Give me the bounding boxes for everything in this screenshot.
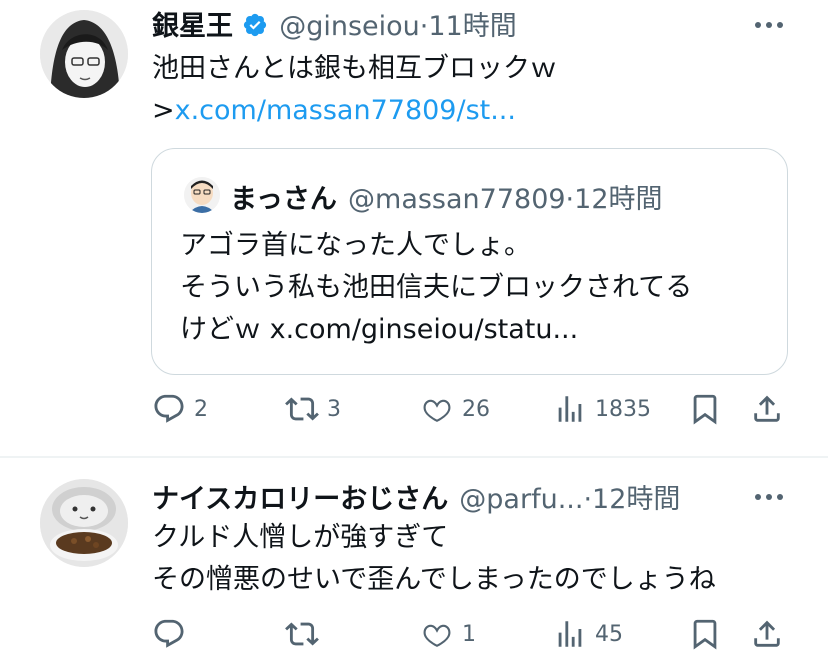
quote-separator: · xyxy=(565,184,575,215)
like-icon xyxy=(423,624,451,647)
separator: · xyxy=(583,484,593,515)
tweet-text: 池田さんとは銀も相互ブロックｗ >x.com/massan77809/st... xyxy=(152,48,557,132)
repost-count: 3 xyxy=(327,396,341,422)
bookmark-icon xyxy=(693,394,717,425)
reply-icon xyxy=(154,619,184,648)
repost-icon xyxy=(285,397,319,421)
share-icon xyxy=(754,395,780,422)
timestamp[interactable]: 12時間 xyxy=(592,484,680,515)
views-icon xyxy=(558,621,582,647)
tweet-link[interactable]: x.com/massan77809/st... xyxy=(175,95,516,126)
tweet-header: 銀星王 @ginseiou·11時間 xyxy=(152,4,517,43)
tweet-text-line: その憎悪のせいで歪んでしまったのでしょうね xyxy=(152,564,716,595)
reply-button[interactable]: 2 xyxy=(152,392,208,426)
tweet-text: クルド人憎しが強すぎて その憎悪のせいで歪んでしまったのでしょうね xyxy=(152,517,716,601)
like-count: 26 xyxy=(462,396,490,422)
views-icon xyxy=(558,396,582,422)
tweet-2[interactable]: ナイスカロリーおじさん @parfu...·12時間 クルド人憎しが強すぎて そ… xyxy=(0,457,828,659)
quote-timestamp: 12時間 xyxy=(574,184,663,215)
share-icon xyxy=(754,620,780,647)
like-button[interactable]: 1 xyxy=(420,617,476,651)
handle[interactable]: @ginseiou xyxy=(279,11,420,42)
tweet-text-line: クルド人憎しが強すぎて xyxy=(152,522,449,553)
quote-handle: @massan77809 xyxy=(348,184,566,215)
repost-button[interactable]: 3 xyxy=(285,392,341,426)
views-count: 45 xyxy=(595,621,623,647)
reply-count: 2 xyxy=(194,396,208,422)
bookmark-icon xyxy=(693,619,717,650)
views-button[interactable]: 45 xyxy=(553,617,623,651)
like-count: 1 xyxy=(462,621,476,647)
share-button[interactable] xyxy=(750,617,784,651)
like-button[interactable]: 26 xyxy=(420,392,490,426)
quote-text-line: アゴラ首になった人でしょ。 xyxy=(180,230,531,261)
quote-avatar xyxy=(184,177,220,213)
quote-display-name: まっさん xyxy=(230,184,337,215)
timestamp[interactable]: 11時間 xyxy=(428,11,516,42)
quote-link[interactable]: x.com/ginseiou/statu... xyxy=(270,314,579,345)
tweet-text-line: 池田さんとは銀も相互ブロックｗ xyxy=(152,53,557,84)
more-icon[interactable] xyxy=(755,20,785,30)
verified-badge-icon xyxy=(242,12,268,42)
quote-text: アゴラ首になった人でしょ。 そういう私も池田信夫にブロックされてる けどｗ x.… xyxy=(180,225,692,351)
tweet-header: ナイスカロリーおじさん @parfu...·12時間 xyxy=(152,477,680,516)
quote-header: まっさん @massan77809·12時間 xyxy=(230,177,663,216)
action-bar: 2 3 26 1835 xyxy=(0,392,828,432)
display-name[interactable]: 銀星王 xyxy=(152,11,233,42)
more-icon[interactable] xyxy=(755,492,785,502)
tweet-text-prefix: > xyxy=(152,95,175,126)
bookmark-button[interactable] xyxy=(688,617,722,651)
views-button[interactable]: 1835 xyxy=(553,392,651,426)
repost-icon xyxy=(285,622,319,646)
quote-text-prefix: けどｗ xyxy=(180,314,261,345)
reply-icon xyxy=(154,394,184,423)
repost-button[interactable] xyxy=(285,617,327,651)
like-icon xyxy=(423,399,451,422)
reply-button[interactable] xyxy=(152,617,194,651)
views-count: 1835 xyxy=(595,396,651,422)
handle[interactable]: @parfu... xyxy=(459,484,583,515)
avatar[interactable] xyxy=(40,10,128,98)
display-name[interactable]: ナイスカロリーおじさん xyxy=(152,484,448,515)
action-bar: 1 45 xyxy=(0,617,828,657)
quote-text-line: そういう私も池田信夫にブロックされてる xyxy=(180,272,693,303)
share-button[interactable] xyxy=(750,392,784,426)
avatar[interactable] xyxy=(40,479,128,567)
tweet-1[interactable]: 銀星王 @ginseiou·11時間 池田さんとは銀も相互ブロックｗ >x.co… xyxy=(0,0,828,456)
quoted-tweet[interactable]: まっさん @massan77809·12時間 アゴラ首になった人でしょ。 そうい… xyxy=(151,148,788,375)
bookmark-button[interactable] xyxy=(688,392,722,426)
